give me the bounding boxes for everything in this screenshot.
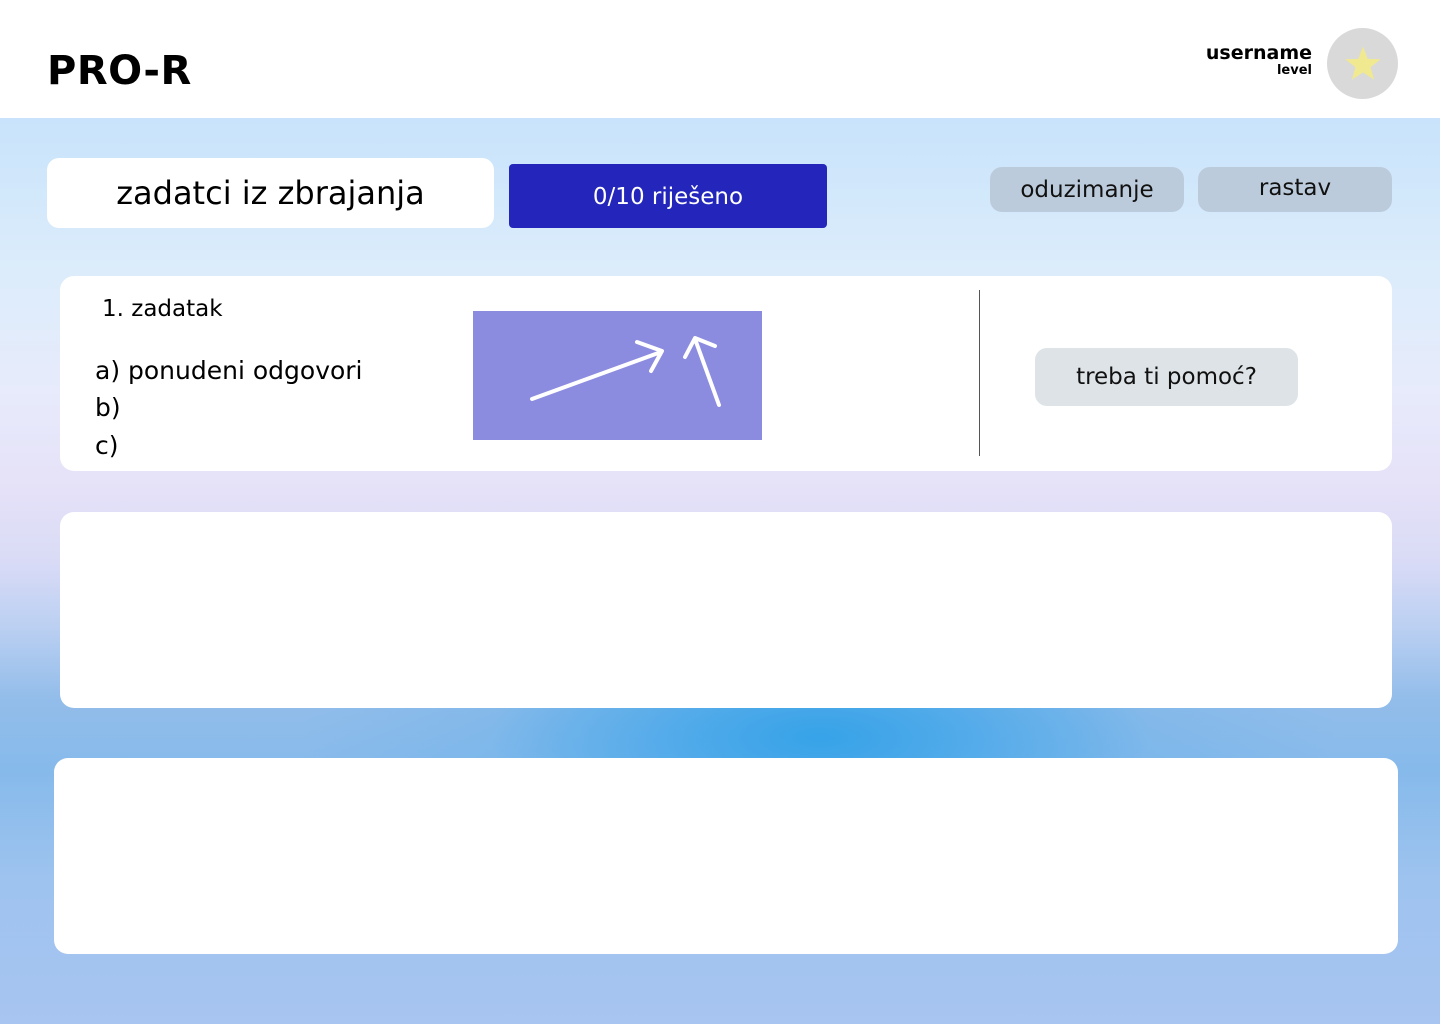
answer-option-a[interactable]: a) ponudeni odgovori bbox=[95, 356, 363, 385]
task-card-empty-3 bbox=[54, 758, 1398, 954]
username-label: username bbox=[1205, 42, 1312, 64]
tab-rastav[interactable]: rastav bbox=[1198, 167, 1392, 212]
app-logo[interactable]: PRO-R bbox=[47, 45, 192, 97]
answer-option-b[interactable]: b) bbox=[95, 393, 121, 422]
avatar[interactable] bbox=[1327, 28, 1398, 99]
main-area: zadatci iz zbrajanja 0/10 riješeno oduzi… bbox=[0, 118, 1440, 1024]
answer-option-c[interactable]: c) bbox=[95, 431, 119, 460]
progress-badge: 0/10 riješeno bbox=[509, 164, 827, 228]
user-info[interactable]: username level bbox=[1205, 42, 1312, 78]
tab-oduzimanje[interactable]: oduzimanje bbox=[990, 167, 1184, 212]
task-title: 1. zadatak bbox=[102, 296, 223, 322]
task-image bbox=[473, 311, 762, 440]
task-card-empty-2 bbox=[60, 512, 1392, 708]
page-title: zadatci iz zbrajanja bbox=[47, 158, 494, 228]
arrows-icon bbox=[530, 336, 721, 407]
top-bar: PRO-R username level bbox=[0, 0, 1440, 118]
divider bbox=[979, 290, 980, 456]
task-card: 1. zadatak a) ponudeni odgovori b) c) tr… bbox=[60, 276, 1392, 471]
star-icon bbox=[1344, 46, 1381, 80]
level-label: level bbox=[1276, 63, 1312, 78]
help-button[interactable]: treba ti pomoć? bbox=[1035, 348, 1298, 406]
